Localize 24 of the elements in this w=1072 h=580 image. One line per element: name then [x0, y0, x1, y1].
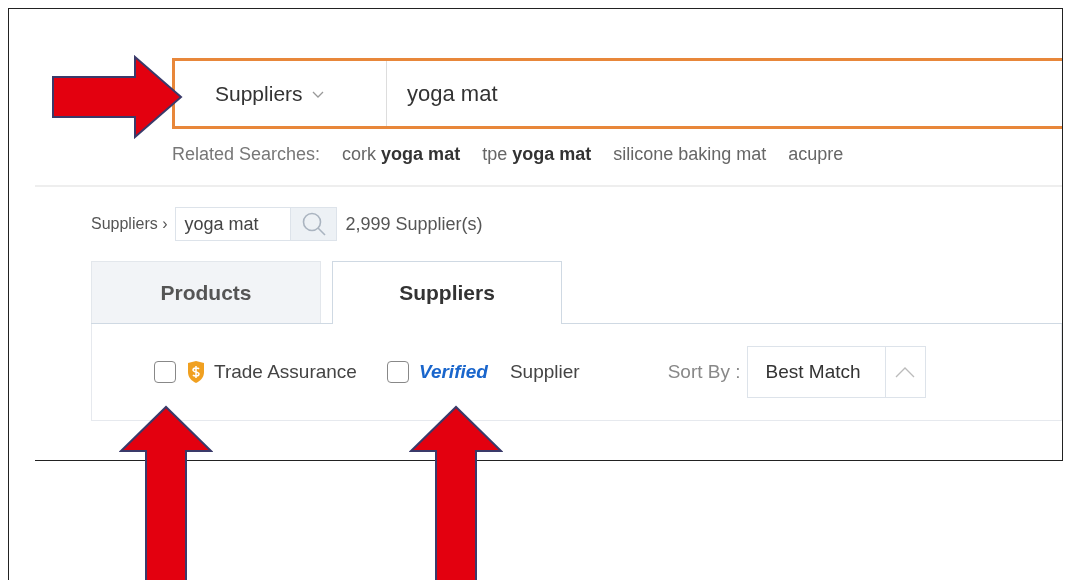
- search-icon: [301, 211, 327, 237]
- chevron-down-icon: [312, 91, 325, 100]
- tab[interactable]: Suppliers: [332, 261, 562, 324]
- filter-label: Supplier: [509, 359, 580, 384]
- verified-label: Verified: [418, 359, 488, 384]
- search-box[interactable]: yoga mat: [175, 207, 338, 241]
- sort-dropdown[interactable]: Best Match: [746, 346, 886, 398]
- shield-icon: [186, 360, 206, 384]
- tab[interactable]: Products: [91, 261, 321, 323]
- checkbox[interactable]: [154, 361, 176, 383]
- search-button[interactable]: [290, 208, 337, 240]
- related-search-link[interactable]: acupre: [788, 141, 844, 168]
- related-search-link[interactable]: tpe yoga mat: [482, 141, 592, 168]
- related-searches-label: Related Searches:: [172, 143, 321, 166]
- sort-label: Sort By :: [667, 359, 741, 384]
- checkbox[interactable]: [386, 361, 409, 383]
- search-field[interactable]: yoga mat: [387, 76, 1062, 111]
- result-count: 2,999 Supplier(s): [345, 212, 483, 236]
- filter-label: Trade Assurance: [214, 359, 357, 384]
- related-search-link[interactable]: silicone baking mat: [613, 141, 767, 168]
- related-search-link[interactable]: cork yoga mat: [342, 141, 461, 168]
- breadcrumb-link[interactable]: Suppliers ›: [91, 212, 168, 236]
- search-bar[interactable]: Suppliers yoga mat: [172, 58, 1062, 129]
- chevron-up-icon: [895, 366, 916, 378]
